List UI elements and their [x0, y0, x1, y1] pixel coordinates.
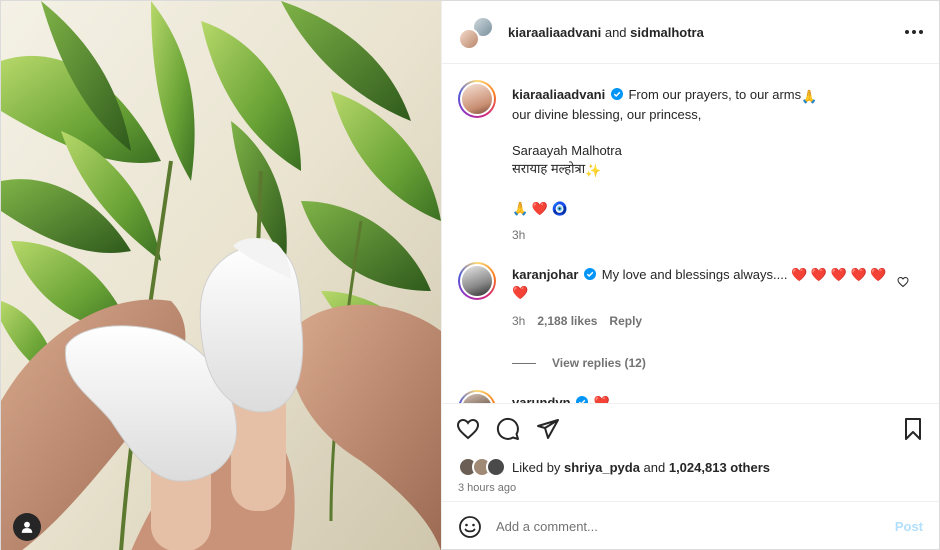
divider	[512, 362, 536, 364]
view-replies-button[interactable]: View replies (12)	[512, 356, 923, 370]
share-paper-plane-icon[interactable]	[536, 417, 560, 441]
comment-input[interactable]: Add a comment...	[496, 519, 895, 534]
likes-prefix: Liked by	[512, 459, 565, 475]
liker-avatars[interactable]	[458, 457, 510, 477]
sparkles-icon: ✨	[585, 163, 602, 178]
post-comment-button[interactable]: Post	[895, 519, 923, 534]
caption-name-english: Saraayah Malhotra	[512, 143, 622, 158]
view-replies-label: View replies (12)	[552, 356, 646, 370]
more-dot-icon	[905, 30, 909, 34]
save-bookmark-icon[interactable]	[901, 417, 925, 441]
comment-username[interactable]: karanjohar	[512, 267, 578, 282]
verified-badge-icon	[610, 88, 623, 100]
verified-badge-icon	[576, 396, 589, 403]
user-icon	[21, 521, 33, 533]
tagged-users-button[interactable]	[13, 513, 41, 541]
more-dot-icon	[919, 30, 923, 34]
emoji-smiley-icon[interactable]	[458, 515, 482, 539]
author-link-kiara[interactable]: kiaraaliaadvani	[508, 25, 601, 40]
likes-summary: Liked by shriya_pyda and 1,024,813 other…	[442, 453, 939, 481]
comment-text: My love and blessings always....	[601, 267, 788, 282]
praying-hands-icon: 🙏	[801, 89, 818, 104]
caption-time: 3h	[512, 228, 526, 242]
story-ring[interactable]	[458, 80, 496, 118]
caption-name-hindi: सरायाह मल्होत्रा	[512, 161, 586, 176]
post-dialog: kiaraaliaadvani and sidmalhotra kiaraali…	[0, 0, 940, 550]
likes-count-link[interactable]: 1,024,813 others	[669, 460, 770, 475]
post-header: kiaraaliaadvani and sidmalhotra	[442, 1, 939, 64]
like-comment-heart-icon[interactable]	[897, 276, 909, 288]
reply-button[interactable]: Reply	[609, 312, 642, 330]
caption-line-2: our divine blessing, our princess,	[512, 107, 702, 122]
comment-likes[interactable]: 2,188 likes	[537, 312, 597, 330]
collab-avatars[interactable]	[458, 16, 494, 50]
post-photo[interactable]	[1, 1, 441, 550]
comment-text: ❤️	[593, 395, 610, 403]
post-actions	[442, 403, 939, 453]
avatar	[486, 457, 506, 477]
more-options-button[interactable]	[905, 30, 923, 34]
post-timestamp[interactable]: 3 hours ago	[442, 481, 939, 501]
avatar	[460, 264, 494, 298]
post-authors: kiaraaliaadvani and sidmalhotra	[508, 25, 704, 40]
comment-bubble-icon[interactable]	[496, 417, 520, 441]
comments-section[interactable]: kiaraaliaadvani From our prayers, to our…	[442, 64, 939, 403]
avatar-kiaraaliaadvani	[458, 28, 480, 50]
avatar	[460, 392, 494, 403]
caption: kiaraaliaadvani From our prayers, to our…	[458, 80, 923, 244]
caption-emojis: 🙏 ❤️ 🧿	[512, 201, 568, 216]
post-details-panel: kiaraaliaadvani and sidmalhotra kiaraali…	[441, 1, 939, 550]
comment-time[interactable]: 3h	[512, 312, 525, 330]
story-ring[interactable]	[458, 390, 496, 403]
more-dot-icon	[912, 30, 916, 34]
comment: karanjohar My love and blessings always.…	[458, 262, 923, 330]
story-ring[interactable]	[458, 262, 496, 300]
liked-by-user-link[interactable]: shriya_pyda	[564, 460, 640, 475]
comment-username[interactable]: varundvn	[512, 395, 571, 403]
verified-badge-icon	[584, 268, 597, 280]
like-heart-icon[interactable]	[456, 417, 480, 441]
likes-middle: and	[639, 459, 669, 475]
avatar	[460, 82, 494, 116]
comment: varundvn ❤️	[458, 390, 923, 403]
authors-joiner: and	[601, 24, 631, 40]
author-link-sid[interactable]: sidmalhotra	[630, 25, 704, 40]
caption-line-1: From our prayers, to our arms	[628, 87, 802, 102]
add-comment-bar: Add a comment... Post	[442, 501, 939, 550]
caption-username[interactable]: kiaraaliaadvani	[512, 87, 605, 102]
photo-scene	[1, 1, 441, 550]
